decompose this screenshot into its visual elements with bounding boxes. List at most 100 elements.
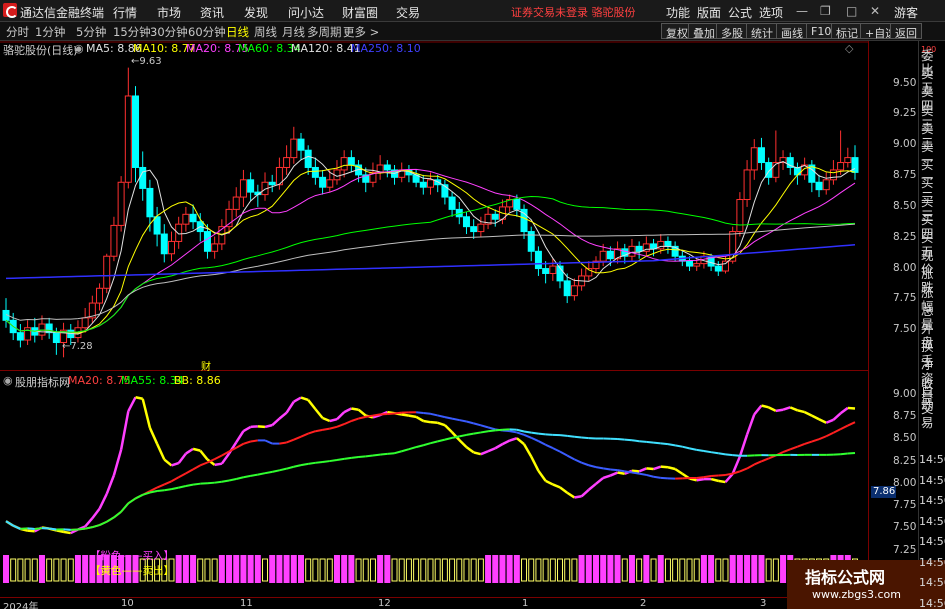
sub-ma55-segment (34, 527, 43, 531)
menu-assistant[interactable]: 问小达 (288, 4, 324, 21)
sub-ma55-segment (710, 451, 719, 455)
bb-segment (91, 507, 101, 519)
candle-body (117, 181, 125, 226)
sell-signal-bar (326, 558, 333, 582)
bb-segment (257, 425, 266, 429)
menu-options[interactable]: 选项 (759, 4, 783, 21)
sub-ma20-segment (300, 432, 309, 438)
sub-axis-label: 8.50 (893, 432, 917, 445)
buy-signal-bar (384, 555, 391, 583)
multi-stock-button[interactable]: 多股 (716, 23, 748, 40)
sell-signal-bar (355, 558, 362, 582)
sub-ma20-segment (617, 469, 625, 473)
sub-ma55-segment (77, 527, 86, 531)
sell-signal-bar (24, 558, 31, 582)
bb-segment (580, 488, 590, 498)
buy-signal-bar (758, 555, 765, 583)
period-tab-5min[interactable]: 5分钟 (76, 24, 106, 40)
sub-ma20-segment (789, 445, 798, 451)
bb-segment (314, 408, 324, 419)
sub-ma20-segment (250, 439, 258, 443)
sub-ma20-segment (163, 480, 172, 486)
sub-indicator-name[interactable]: 股朋指标网 (15, 374, 70, 390)
period-tab-15min[interactable]: 15分钟 (113, 24, 151, 40)
period-tab-weekly[interactable]: 周线 (254, 24, 277, 40)
login-status[interactable]: 证券交易未登录 骆驼股份 (511, 4, 636, 20)
bb-segment (437, 421, 446, 427)
candle-body (319, 176, 327, 188)
sub-ma20-segment (264, 439, 273, 445)
statistics-button[interactable]: 统计 (746, 23, 778, 40)
maximize-icon[interactable]: □ (846, 4, 857, 18)
candle-body (448, 196, 456, 210)
menu-formula[interactable]: 公式 (728, 4, 752, 21)
menu-market[interactable]: 市场 (157, 4, 181, 21)
sub-ma20-segment (329, 425, 338, 430)
candle-body (167, 240, 175, 255)
bb-segment (522, 443, 533, 458)
period-tab-monthly[interactable]: 月线 (282, 24, 305, 40)
back-button[interactable]: 返回 (890, 23, 922, 40)
buy-signal-bar (643, 555, 650, 583)
candle-body (721, 260, 729, 272)
bb-segment (264, 423, 273, 429)
sub-ma20-segment (537, 440, 547, 446)
kline-chart[interactable] (0, 41, 868, 597)
period-tab-daily[interactable]: 日线 (226, 24, 249, 40)
sub-ma20-segment (416, 411, 424, 414)
menu-discover[interactable]: 发现 (244, 4, 268, 21)
bb-segment (278, 411, 288, 420)
sell-signal-bar (456, 558, 463, 582)
minimize-icon[interactable]: — (796, 4, 808, 18)
sell-signal-bar (413, 558, 420, 582)
user-guest[interactable]: 游客 (894, 4, 918, 21)
period-tab-timeshare[interactable]: 分时 (6, 24, 29, 40)
menu-wealth[interactable]: 财富圈 (342, 4, 378, 21)
sub-ma20-segment (351, 417, 359, 422)
bb-segment (235, 430, 245, 444)
sub-ma20-segment (516, 431, 525, 436)
sell-signal-bar (369, 558, 376, 582)
sub-ma55-segment (135, 493, 144, 500)
menu-bar: 通达信金融终端 行情 市场 资讯 发现 问小达 财富圈 交易 证券交易未登录 骆… (0, 0, 945, 22)
sub-ma20-segment (459, 419, 467, 423)
sub-ma55-segment (351, 456, 359, 459)
period-tab-30min[interactable]: 30分钟 (150, 24, 188, 40)
sub-ma20-segment (509, 430, 518, 434)
sub-ma55-segment (559, 434, 568, 437)
sub-ma20-segment (365, 414, 374, 418)
bb-segment (653, 465, 662, 471)
finance-marker[interactable]: 财 (201, 358, 211, 373)
buy-signal-bar (614, 555, 621, 583)
sub-ma20-segment (394, 411, 402, 415)
menu-info[interactable]: 资讯 (200, 4, 224, 21)
sub-ma55-segment (667, 443, 676, 447)
candle-body (829, 169, 837, 181)
bb-segment (745, 414, 756, 436)
sub-ma20-segment (372, 413, 381, 417)
menu-layout[interactable]: 版面 (697, 4, 721, 21)
sub-ma55-segment (718, 452, 726, 456)
menu-trade[interactable]: 交易 (396, 4, 420, 21)
indicator-toggle-icon[interactable]: ◉ (3, 374, 13, 387)
period-tab-60min[interactable]: 60分钟 (188, 24, 226, 40)
candle-body (153, 216, 161, 235)
candle-body (189, 213, 197, 223)
mark-button[interactable]: 标记 (831, 23, 863, 40)
date-tick: 10 (121, 598, 134, 609)
period-tab-more[interactable]: 更多 > (343, 24, 379, 40)
period-tab-multi[interactable]: 多周期 (307, 24, 342, 40)
bb-segment (112, 449, 123, 476)
draw-line-button[interactable]: 画线 (776, 23, 808, 40)
sub-ma55-segment (639, 440, 647, 443)
close-icon[interactable]: ✕ (870, 4, 880, 18)
period-tab-1min[interactable]: 1分钟 (35, 24, 65, 40)
menu-function[interactable]: 功能 (666, 4, 690, 21)
buy-signal-bar (506, 555, 513, 583)
sell-signal-bar (477, 558, 484, 582)
menu-quotes[interactable]: 行情 (113, 4, 137, 21)
restore-icon[interactable]: ❐ (820, 4, 831, 18)
bb-segment (105, 474, 116, 495)
bb-segment (775, 408, 784, 413)
candle-body (45, 323, 53, 334)
